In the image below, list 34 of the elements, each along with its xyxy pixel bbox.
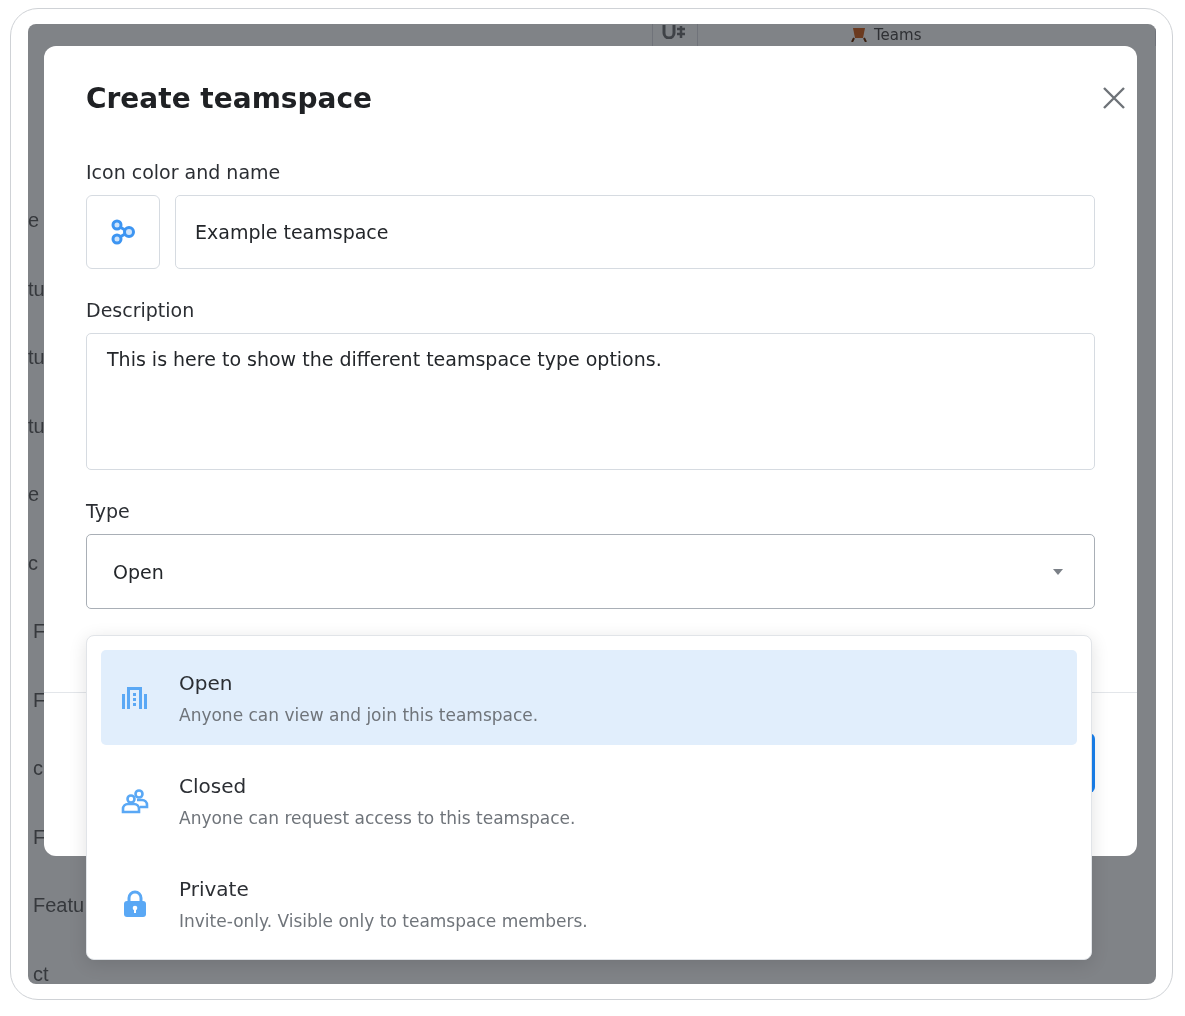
row-label: c [28, 550, 38, 576]
row-label: tu [28, 413, 45, 439]
type-option[interactable]: Private Invite-only. Visible only to teamspace members. [101, 856, 1077, 951]
option-description: Anyone can request access to this teamspace. [179, 807, 576, 828]
row-label: ct [32, 961, 49, 984]
dialog-title: Create teamspace [86, 82, 372, 115]
field-label: Icon color and name [86, 161, 282, 183]
row-label: tu [28, 345, 45, 370]
type-select[interactable]: Open [86, 534, 1095, 609]
header-label: Teams [874, 26, 922, 44]
sort-icon [662, 25, 688, 39]
row-label: F [32, 619, 46, 644]
icon-picker-button[interactable] [86, 195, 160, 269]
field-label: Description [86, 299, 196, 321]
field-label: Type [86, 500, 131, 522]
row-label: c [32, 756, 43, 781]
row-label: F [32, 824, 46, 850]
name-input-field[interactable]: Example teamspace [175, 195, 1095, 269]
row-label: tu [28, 276, 45, 302]
option-title: Open [179, 670, 234, 695]
description-field[interactable]: This is here to show the different teamspace type options. [86, 333, 1095, 470]
option-title: Private [179, 876, 250, 901]
row-label: Featu [32, 893, 85, 918]
row-label: e [28, 482, 40, 507]
option-description: Invite-only. Visible only to teamspace members. [179, 910, 588, 931]
people-icon [121, 786, 149, 815]
type-option[interactable]: Open Anyone can view and join this teamspace. [101, 650, 1077, 745]
lock-icon [121, 889, 149, 918]
row-label: e [28, 208, 40, 233]
caret-icon [1052, 567, 1064, 576]
option-description: Anyone can view and join this teamspace. [179, 704, 539, 725]
type-option[interactable]: Closed Anyone can request access to this teamspace. [101, 753, 1077, 848]
row-label: F [32, 687, 46, 713]
option-title: Closed [179, 773, 248, 798]
